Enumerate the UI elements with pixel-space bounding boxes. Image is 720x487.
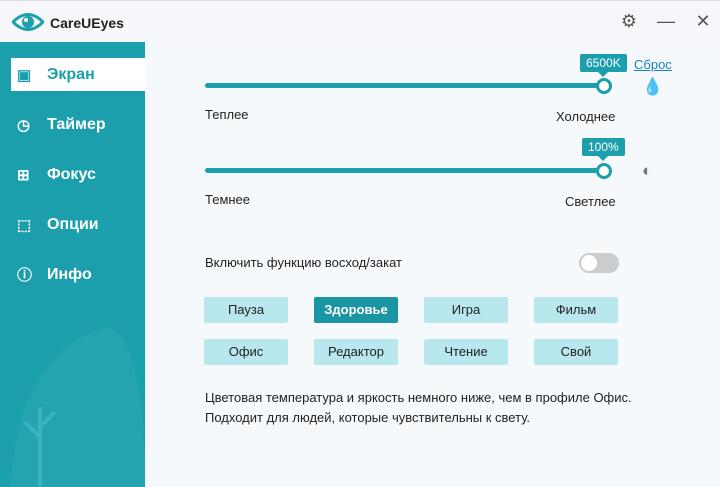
title-bar: CareUEyes ⚙ — ✕ bbox=[0, 0, 720, 42]
brightness-icon: ◐ bbox=[642, 161, 653, 180]
sidebar-item-label: Таймер bbox=[47, 115, 106, 133]
darker-label: Темнее bbox=[205, 192, 251, 207]
profile-editor-button[interactable]: Редактор bbox=[314, 339, 398, 365]
sidebar-item-label: Фокус bbox=[47, 165, 96, 183]
minimize-button[interactable]: — bbox=[654, 9, 678, 33]
profile-custom-button[interactable]: Свой bbox=[534, 339, 618, 365]
sidebar-item-options[interactable]: ⬚ Опции bbox=[11, 208, 145, 241]
cooler-label: Холоднее bbox=[556, 109, 616, 124]
brightness-slider-handle[interactable] bbox=[596, 163, 612, 179]
monitor-icon: ▣ bbox=[17, 66, 32, 84]
windows-icon: ⊞ bbox=[17, 166, 30, 184]
brightness-slider[interactable] bbox=[205, 168, 605, 173]
sunrise-sunset-toggle[interactable] bbox=[579, 253, 619, 273]
sidebar-item-label: Инфо bbox=[47, 265, 92, 283]
warmer-label: Теплее bbox=[205, 107, 249, 122]
sidebar-item-focus[interactable]: ⊞ Фокус bbox=[11, 158, 145, 191]
sidebar-item-timer[interactable]: ◷ Таймер bbox=[11, 108, 145, 141]
clock-icon: ◷ bbox=[17, 116, 31, 134]
description-line: Подходит для людей, которые чувствительн… bbox=[205, 410, 531, 425]
settings-gear-icon[interactable]: ⚙ bbox=[617, 9, 641, 33]
description-line: Цветовая температура и яркость немного н… bbox=[205, 390, 632, 405]
profile-description: Цветовая температура и яркость немного н… bbox=[205, 388, 632, 428]
sidebar-item-label: Экран bbox=[47, 65, 95, 83]
profile-movie-button[interactable]: Фильм bbox=[534, 297, 618, 323]
temperature-slider[interactable] bbox=[205, 83, 605, 88]
info-icon: ⓘ bbox=[17, 267, 33, 284]
cursor-icon: ⬚ bbox=[17, 216, 32, 234]
close-button[interactable]: ✕ bbox=[691, 9, 715, 33]
screen-panel: 6500K Сброс 💧 Теплее Холоднее 100% ◐ Тем… bbox=[145, 42, 720, 487]
app-title: CareUEyes bbox=[50, 15, 124, 31]
profile-pause-button[interactable]: Пауза bbox=[204, 297, 288, 323]
profile-office-button[interactable]: Офис bbox=[204, 339, 288, 365]
profile-health-button[interactable]: Здоровье bbox=[314, 297, 398, 323]
lighter-label: Светлее bbox=[565, 194, 616, 209]
temperature-slider-handle[interactable] bbox=[596, 78, 612, 94]
eye-logo-icon bbox=[12, 13, 44, 31]
sunrise-sunset-label: Включить функцию восход/закат bbox=[205, 255, 402, 270]
sidebar-item-label: Опции bbox=[47, 215, 99, 233]
sidebar-item-screen[interactable]: ▣ Экран bbox=[11, 58, 145, 91]
profile-game-button[interactable]: Игра bbox=[424, 297, 508, 323]
temperature-value-tooltip: 6500K bbox=[580, 54, 627, 77]
sidebar: ▣ Экран ◷ Таймер ⊞ Фокус ⬚ Опции ⓘ Инфо bbox=[0, 42, 145, 487]
brightness-value-tooltip: 100% bbox=[582, 138, 625, 161]
color-drop-icon: 💧 bbox=[642, 77, 664, 96]
reset-link[interactable]: Сброс bbox=[634, 57, 672, 72]
profile-reading-button[interactable]: Чтение bbox=[424, 339, 508, 365]
decorative-plant-background bbox=[10, 327, 145, 487]
